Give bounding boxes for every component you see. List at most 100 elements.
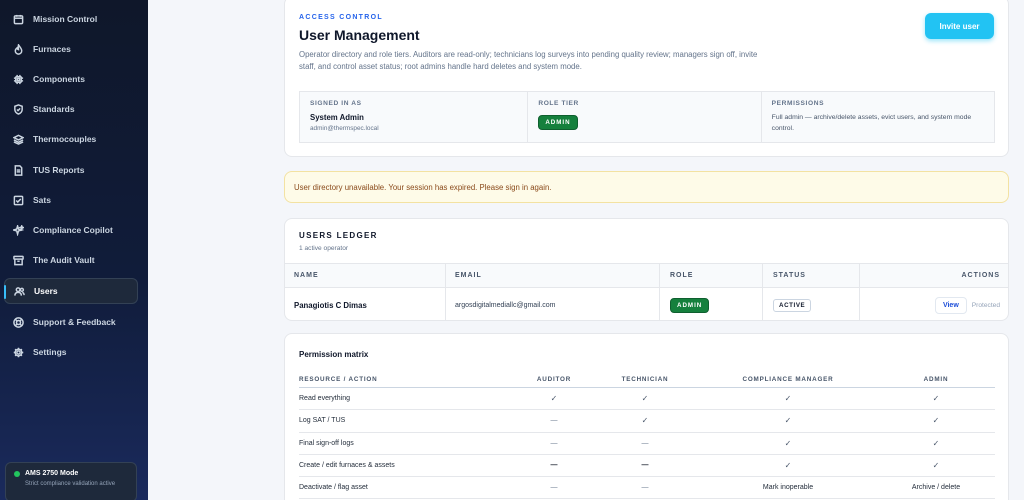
sidebar-item-furnaces[interactable]: Furnaces (4, 36, 138, 62)
ledger-subtitle: 1 active operator (299, 245, 349, 252)
checklist-icon (12, 194, 24, 206)
matrix-cell: ✓ (784, 416, 792, 426)
matrix-resource: Log SAT / TUS (299, 417, 346, 425)
matrix-cell: Mark inoperable (762, 484, 814, 492)
matrix-row: Read everything ✓ ✓ ✓ ✓ (299, 388, 995, 411)
matrix-header-row: RESOURCE / ACTION AUDITOR TECHNICIAN COM… (299, 372, 995, 388)
alert-text: User directory unavailable. Your session… (294, 182, 552, 192)
shield-icon (12, 103, 24, 115)
sidebar-item-compliance-copilot[interactable]: Compliance Copilot (4, 217, 138, 243)
sidebar-item-tus-reports[interactable]: TUS Reports (4, 157, 138, 183)
sidebar-item-label: Components (33, 74, 85, 84)
sidebar-item-label: Mission Control (33, 14, 98, 24)
sidebar-item-label: Compliance Copilot (33, 225, 113, 235)
sidebar-item-label: Settings (33, 347, 67, 357)
column-header-status: STATUS (762, 264, 806, 287)
column-header-email: EMAIL (445, 264, 482, 287)
calendar-icon (12, 13, 24, 25)
compliance-mode-card[interactable]: AMS 2750 Mode Strict compliance validati… (5, 462, 137, 500)
role-tier-panel: ROLE TIER ADMIN (527, 92, 760, 142)
status-dot-icon (14, 470, 20, 477)
matrix-cell: — (641, 439, 649, 447)
sidebar-item-support[interactable]: Support & Feedback (4, 309, 138, 335)
matrix-cell: — (550, 439, 558, 447)
protected-label: Protected (971, 301, 1000, 309)
sidebar-item-mission-control[interactable]: Mission Control (4, 6, 138, 32)
sidebar-item-standards[interactable]: Standards (4, 96, 138, 122)
sidebar-item-thermocouples[interactable]: Thermocouples (4, 126, 138, 152)
page-description: Operator directory and role tiers. Audit… (299, 50, 758, 72)
status-badge: ACTIVE (773, 298, 812, 312)
role-tier-label: ROLE TIER (538, 100, 579, 107)
matrix-cell: ✓ (641, 416, 649, 426)
matrix-cell: ✓ (932, 394, 940, 404)
sidebar-item-label: Furnaces (33, 44, 71, 54)
signed-in-label: SIGNED IN AS (310, 100, 362, 107)
matrix-cell: ✓ (784, 394, 792, 404)
sidebar-item-audit-vault[interactable]: The Audit Vault (4, 247, 138, 273)
matrix-cell: ✓ (641, 394, 649, 404)
sparkle-icon (12, 224, 24, 236)
signed-in-email: admin@thermspec.local (310, 125, 379, 132)
signed-in-name: System Admin (310, 113, 364, 122)
sidebar-item-components[interactable]: Components (4, 66, 138, 92)
matrix-row: Log SAT / TUS — ✓ ✓ ✓ (299, 410, 995, 433)
mode-title-row: AMS 2750 Mode (14, 470, 128, 477)
matrix-row: Create / edit furnaces & assets — — ✓ ✓ (299, 455, 995, 478)
matrix-resource: Read everything (299, 395, 350, 403)
page-title: User Management (299, 27, 420, 43)
user-name: Panagiotis C Dimas (294, 300, 367, 310)
chip-icon (12, 73, 24, 85)
matrix-cell: — (550, 484, 558, 492)
matrix-header-resource: RESOURCE / ACTION (299, 376, 378, 383)
session-info-grid: SIGNED IN AS System Admin admin@thermspe… (299, 91, 995, 143)
signed-in-panel: SIGNED IN AS System Admin admin@thermspe… (300, 92, 527, 142)
matrix-header-manager: COMPLIANCE MANAGER (742, 376, 834, 383)
role-badge: ADMIN (538, 115, 578, 130)
matrix-resource: Deactivate / flag asset (299, 484, 368, 492)
sidebar-item-users[interactable]: Users (4, 278, 138, 304)
gear-icon (12, 346, 24, 358)
matrix-row: Final sign-off logs — — ✓ ✓ (299, 433, 995, 455)
permission-matrix-card: Permission matrix RESOURCE / ACTION AUDI… (284, 333, 1009, 500)
flame-icon (12, 43, 24, 55)
users-icon (13, 285, 25, 297)
invite-user-button[interactable]: Invite user (925, 13, 994, 39)
archive-icon (12, 254, 24, 266)
user-email: argosdigitalmediallc@gmail.com (455, 301, 556, 309)
email-cell: argosdigitalmediallc@gmail.com (445, 288, 556, 320)
matrix-cell: ✓ (550, 394, 558, 404)
mode-subtitle: Strict compliance validation active (25, 481, 116, 487)
sidebar-item-label: Support & Feedback (33, 317, 116, 327)
sidebar-item-label: TUS Reports (33, 165, 85, 175)
matrix-cell: ✓ (784, 438, 792, 448)
matrix-header-auditor: AUDITOR (536, 376, 572, 383)
eyebrow: ACCESS CONTROL (299, 14, 383, 21)
sidebar-item-label: Sats (33, 195, 51, 205)
matrix-row: Deactivate / flag asset — — Mark inopera… (299, 477, 995, 500)
permissions-label: PERMISSIONS (771, 100, 825, 107)
document-icon (12, 164, 24, 176)
sidebar-item-label: The Audit Vault (33, 255, 95, 265)
sidebar-item-sats[interactable]: Sats (4, 187, 138, 213)
layers-icon (12, 133, 24, 145)
matrix-title: Permission matrix (299, 350, 369, 359)
column-header-name: NAME (294, 272, 319, 279)
ledger-header-row: NAME EMAIL ROLE STATUS ACTIONS (285, 263, 1008, 288)
help-icon (12, 316, 24, 328)
sidebar-item-label: Thermocouples (33, 134, 97, 144)
matrix-header-technician: TECHNICIAN (621, 376, 669, 383)
matrix-resource: Create / edit furnaces & assets (299, 462, 395, 470)
role-cell: ADMIN (659, 288, 710, 320)
column-header-role: ROLE (659, 264, 693, 287)
access-control-card: ACCESS CONTROL User Management Operator … (284, 0, 1009, 157)
users-ledger-card: USERS LEDGER 1 active operator NAME EMAI… (284, 218, 1009, 321)
matrix-cell: ✓ (932, 461, 940, 471)
matrix-cell: — (641, 462, 649, 470)
matrix-header-admin: ADMIN (923, 376, 949, 383)
matrix-cell: — (641, 484, 649, 492)
sidebar-item-settings[interactable]: Settings (4, 339, 138, 365)
matrix-resource: Final sign-off logs (299, 439, 354, 447)
sidebar-item-label: Users (34, 286, 58, 296)
view-user-button[interactable]: View (934, 296, 967, 314)
